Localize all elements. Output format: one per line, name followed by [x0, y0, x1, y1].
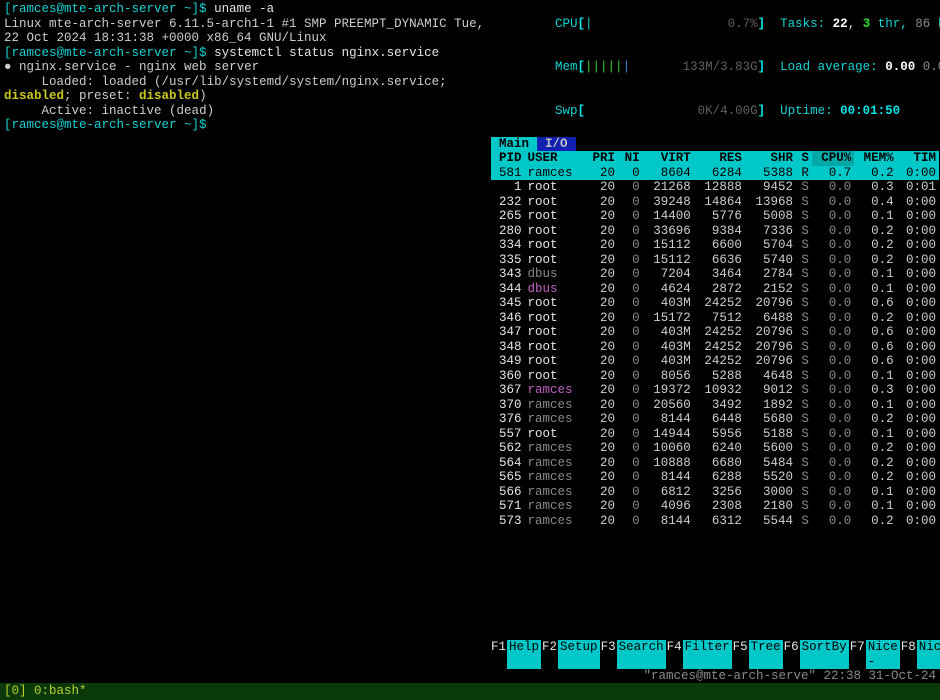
tmux-screen: [ramces@mte-arch-server ~]$ uname -a Lin… [0, 0, 940, 683]
process-table-header[interactable]: PID USER PRI NI VIRT RES SHR S CPU% MEM%… [491, 151, 939, 166]
htop-status-line: "ramces@mte-arch-serve" 22:38 31-Oct-24 [490, 669, 940, 684]
table-row[interactable]: 232root200392481486413968S0.00.40:00 [491, 195, 939, 210]
table-row[interactable]: 571ramces200409623082180S0.00.10:00 [491, 499, 939, 514]
process-table: PID USER PRI NI VIRT RES SHR S CPU% MEM%… [491, 151, 939, 528]
col-virt[interactable]: VIRT [643, 151, 694, 166]
right-htop-pane[interactable]: CPU[| 0.7%] Tasks: 22, 3 thr, 86 kthr: 1… [490, 0, 940, 683]
table-row[interactable]: 344dbus200462428722152S0.00.10:00 [491, 282, 939, 297]
fn-key[interactable]: F2 [541, 640, 558, 669]
table-row[interactable]: 348root200403M2425220796S0.00.60:00 [491, 340, 939, 355]
table-row[interactable]: 573ramces200814463125544S0.00.20:00 [491, 514, 939, 529]
tmux-status-bar[interactable]: [0] 0:bash* [0, 683, 940, 700]
fn-key[interactable]: F4 [666, 640, 683, 669]
table-row[interactable]: 349root200403M2425220796S0.00.60:00 [491, 354, 939, 369]
table-row[interactable]: 581ramces200860462845388R0.70.20:00 [491, 166, 939, 181]
fn-key[interactable]: F1 [490, 640, 507, 669]
fn-key[interactable]: F8 [900, 640, 917, 669]
fn-label[interactable]: SortBy [800, 640, 849, 669]
table-row[interactable]: 280root2003369693847336S0.00.20:00 [491, 224, 939, 239]
col-cpu[interactable]: CPU% [812, 151, 854, 166]
col-time[interactable]: TIM [897, 151, 939, 166]
left-terminal-pane[interactable]: [ramces@mte-arch-server ~]$ uname -a Lin… [0, 0, 490, 683]
fn-key[interactable]: F7 [849, 640, 866, 669]
col-res[interactable]: RES [694, 151, 745, 166]
htop-tabs: Main I/O [491, 137, 939, 152]
fn-key[interactable]: F6 [783, 640, 800, 669]
table-row[interactable]: 345root200403M2425220796S0.00.60:00 [491, 296, 939, 311]
col-user[interactable]: USER [525, 151, 585, 166]
table-row[interactable]: 334root2001511266005704S0.00.20:00 [491, 238, 939, 253]
col-mem[interactable]: MEM% [854, 151, 896, 166]
table-row[interactable]: 565ramces200814462885520S0.00.20:00 [491, 470, 939, 485]
tab-io[interactable]: I/O [537, 137, 576, 152]
table-row[interactable]: 343dbus200720434642784S0.00.10:00 [491, 267, 939, 282]
fn-label[interactable]: Search [617, 640, 666, 669]
table-row[interactable]: 265root2001440057765008S0.00.10:00 [491, 209, 939, 224]
tab-main[interactable]: Main [491, 137, 537, 152]
col-ni[interactable]: NI [618, 151, 643, 166]
table-row[interactable]: 370ramces2002056034921892S0.00.10:00 [491, 398, 939, 413]
table-row[interactable]: 346root2001517275126488S0.00.20:00 [491, 311, 939, 326]
table-row[interactable]: 376ramces200814464485680S0.00.20:00 [491, 412, 939, 427]
fn-label[interactable]: Filter [683, 640, 732, 669]
table-row[interactable]: 566ramces200681232563000S0.00.10:00 [491, 485, 939, 500]
fn-label[interactable]: Tree [749, 640, 783, 669]
table-row[interactable]: 562ramces2001006062405600S0.00.20:00 [491, 441, 939, 456]
htop-function-keys: F1HelpF2SetupF3SearchF4FilterF5TreeF6Sor… [490, 640, 940, 669]
fn-label[interactable]: Nice - [866, 640, 900, 669]
fn-label[interactable]: Help [507, 640, 541, 669]
col-s[interactable]: S [796, 151, 812, 166]
col-shr[interactable]: SHR [745, 151, 796, 166]
fn-label[interactable]: Setup [558, 640, 600, 669]
table-row[interactable]: 335root2001511266365740S0.00.20:00 [491, 253, 939, 268]
col-pri[interactable]: PRI [584, 151, 618, 166]
tmux-window[interactable]: [0] 0:bash* [4, 684, 87, 699]
table-row[interactable]: 557root2001494459565188S0.00.10:00 [491, 427, 939, 442]
fn-key[interactable]: F3 [600, 640, 617, 669]
table-row[interactable]: 347root200403M2425220796S0.00.60:00 [491, 325, 939, 340]
table-row[interactable]: 1root20021268128889452S0.00.30:01 [491, 180, 939, 195]
table-row[interactable]: 367ramces20019372109329012S0.00.30:00 [491, 383, 939, 398]
col-pid[interactable]: PID [491, 151, 525, 166]
table-row[interactable]: 360root200805652884648S0.00.10:00 [491, 369, 939, 384]
htop-meters: CPU[| 0.7%] Tasks: 22, 3 thr, 86 kthr: 1… [491, 2, 939, 133]
fn-key[interactable]: F5 [732, 640, 749, 669]
table-row[interactable]: 564ramces2001088866805484S0.00.20:00 [491, 456, 939, 471]
shell-prompt: [ramces@mte-arch-server ~]$ [4, 2, 207, 16]
shell-output: [ramces@mte-arch-server ~]$ uname -a Lin… [4, 2, 486, 133]
fn-label[interactable]: Nice [917, 640, 940, 669]
